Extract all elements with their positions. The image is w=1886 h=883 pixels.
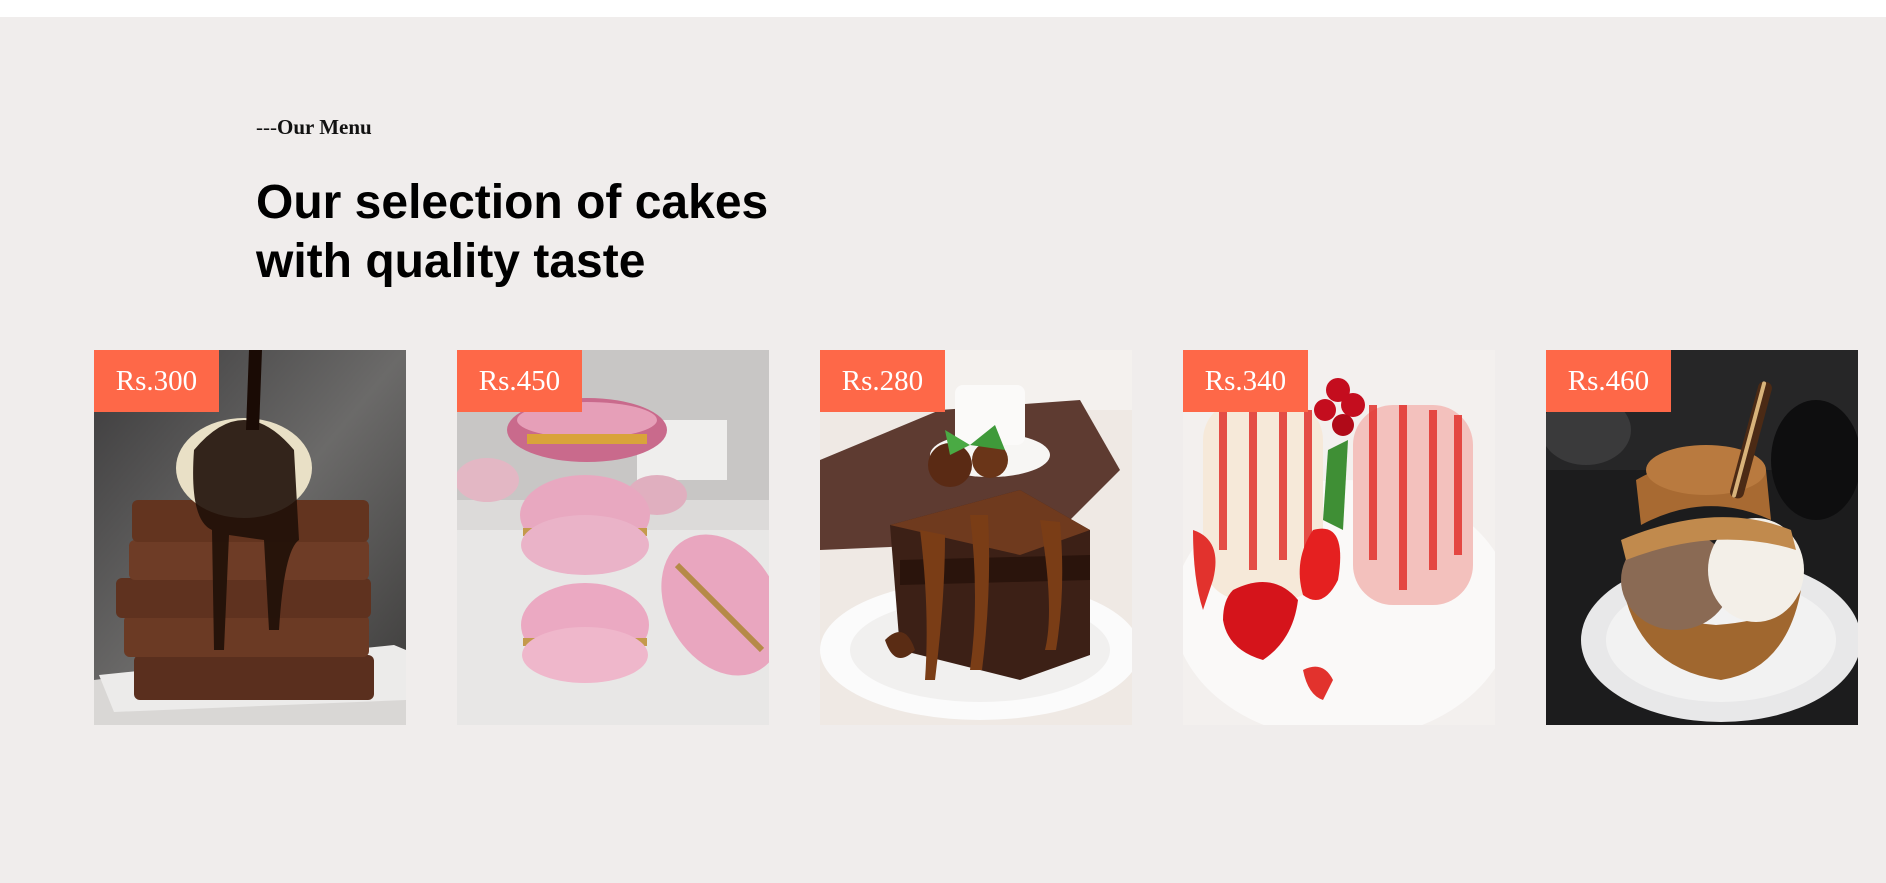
heading-line-2: with quality taste: [256, 235, 646, 288]
product-card-1[interactable]: Rs.300: [94, 350, 406, 725]
eyebrow-label: Our Menu: [276, 115, 372, 139]
product-cards: Rs.300 Rs.450 Rs.280 Rs.340 Rs.460: [94, 350, 1858, 725]
price-tag-1: Rs.300: [94, 350, 219, 412]
price-tag-4: Rs.340: [1183, 350, 1308, 412]
eyebrow-dashes: ---: [256, 115, 277, 139]
menu-section: ---Our Menu Our selection of cakes with …: [0, 17, 1886, 883]
product-card-5[interactable]: Rs.460: [1546, 350, 1858, 725]
price-tag-2: Rs.450: [457, 350, 582, 412]
price-tag-5: Rs.460: [1546, 350, 1671, 412]
heading-line-1: Our selection of cakes: [256, 176, 769, 229]
section-eyebrow: ---Our Menu: [256, 115, 372, 140]
price-tag-3: Rs.280: [820, 350, 945, 412]
product-card-3[interactable]: Rs.280: [820, 350, 1132, 725]
product-card-4[interactable]: Rs.340: [1183, 350, 1495, 725]
top-strip: [0, 0, 1886, 17]
product-card-2[interactable]: Rs.450: [457, 350, 769, 725]
section-heading: Our selection of cakes with quality tast…: [256, 173, 876, 291]
